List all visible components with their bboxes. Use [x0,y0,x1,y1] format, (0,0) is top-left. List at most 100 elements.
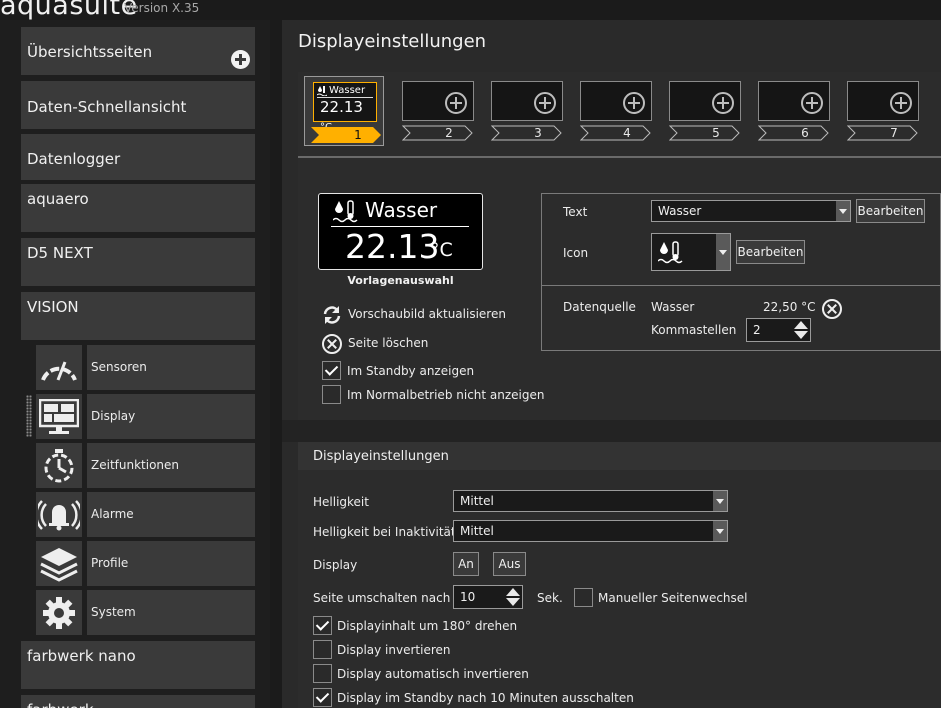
tab-number: 4 [623,126,631,140]
text-label: Text [563,205,588,219]
normal-hide-label: Im Normalbetrieb nicht anzeigen [347,388,545,402]
page-tab-6[interactable]: 6 [758,81,830,145]
display-on-button[interactable]: An [453,552,479,576]
remove-source-icon[interactable] [822,299,842,319]
page-tab-2[interactable]: 2 [402,81,474,145]
standby-show-checkbox[interactable] [322,361,341,380]
icon-dropdown[interactable] [651,233,731,271]
delete-page-label: Seite löschen [348,336,429,350]
brightness-idle-value: Mittel [460,524,494,538]
stepper-down-icon[interactable] [506,598,520,606]
sidebar-sub-label: Profile [87,541,255,586]
manual-switch-label: Manueller Seitenwechsel [598,591,748,605]
layers-icon [36,541,82,586]
invert-checkbox[interactable] [313,640,332,659]
normal-hide-checkbox[interactable] [322,385,341,404]
refresh-preview-label: Vorschaubild aktualisieren [348,307,506,321]
water-temperature-icon [333,200,358,223]
close-circle-icon [322,334,342,354]
template-select-label[interactable]: Vorlagenauswahl [318,274,483,287]
sidebar-item-farbwerk-nano[interactable]: farbwerk nano [21,641,255,689]
brightness-dropdown[interactable]: Mittel [453,490,728,512]
sidebar-sub-display[interactable]: Display [36,394,255,439]
manual-switch-checkbox[interactable] [574,588,593,607]
source-value: 22,50 °C [763,300,816,314]
page-thumbnail-empty [491,81,563,121]
sidebar-item-label: aquaero [27,190,89,208]
add-page-icon[interactable] [623,92,645,114]
stepper-down-icon[interactable] [794,331,808,339]
sidebar-item-label: farbwerk [27,701,94,708]
page-switch-label: Seite umschalten nach [313,591,451,605]
page-switch-stepper[interactable]: 10 [453,585,523,609]
page-thumbnail-empty [847,81,919,121]
source-name: Wasser [651,300,695,314]
preview-unit: °C [430,239,453,261]
app-version: Version X.35 [124,1,200,15]
sidebar-sub-system[interactable]: System [36,590,255,635]
tab-number: 5 [712,126,720,140]
sidebar-item-farbwerk[interactable]: farbwerk [21,695,255,708]
page-tabs: Wasser 22.13 °C 1 2 3 4 5 [298,72,941,156]
text-dropdown[interactable]: Wasser [651,200,851,222]
page-thumbnail-empty [758,81,830,121]
brightness-idle-dropdown[interactable]: Mittel [453,520,728,542]
auto-invert-label: Display automatisch invertieren [337,667,529,681]
page-tab-3[interactable]: 3 [491,81,563,145]
sidebar-sub-timers[interactable]: Zeitfunktionen [36,443,255,488]
add-page-icon[interactable] [712,92,734,114]
page-tab-7[interactable]: 7 [847,81,919,145]
sidebar-sub-label: System [87,590,255,635]
rotate-label: Displayinhalt um 180° drehen [337,619,518,633]
tab-number: 2 [445,126,453,140]
source-label: Datenquelle [563,300,636,314]
properties-divider [542,285,941,286]
standby-off-label: Display im Standby nach 10 Minuten aussc… [337,691,634,705]
sidebar-sub-alarms[interactable]: Alarme [36,492,255,537]
sidebar-item-datalogger[interactable]: Datenlogger [21,134,255,180]
auto-invert-checkbox[interactable] [313,664,332,683]
page-thumbnail-empty [669,81,741,121]
edit-text-button[interactable]: Bearbeiten [856,199,925,223]
sidebar-sub-label: Zeitfunktionen [87,443,255,488]
brightness-idle-label: Helligkeit bei Inaktivität [313,525,456,539]
alarm-bell-icon [36,492,82,537]
display-label: Display [313,558,358,572]
decimals-label: Kommastellen [651,323,737,337]
sidebar-item-vision[interactable]: VISION [21,292,255,340]
sidebar-item-d5-next[interactable]: D5 NEXT [21,238,255,286]
page-tab-1[interactable]: Wasser 22.13 °C 1 [304,76,384,146]
chevron-down-icon [836,201,850,221]
tab-number: 6 [801,126,809,140]
rotate-checkbox[interactable] [313,616,332,635]
stepper-up-icon[interactable] [794,321,808,329]
add-page-icon[interactable] [534,92,556,114]
preview-title: Wasser [365,198,438,222]
sidebar-sub-sensors[interactable]: Sensoren [36,345,255,390]
stepper-up-icon[interactable] [506,588,520,596]
add-page-icon[interactable] [801,92,823,114]
edit-icon-button[interactable]: Bearbeiten [736,240,805,264]
display-off-button[interactable]: Aus [493,552,526,576]
sidebar-sub-label: Alarme [87,492,255,537]
display-preview[interactable]: Wasser 22.13 °C [318,193,483,270]
sidebar-item-data-quickview[interactable]: Daten-Schnellansicht [21,81,255,129]
add-icon[interactable] [231,50,250,69]
sidebar-item-aquaero[interactable]: aquaero [21,184,255,232]
gear-icon [36,590,82,635]
page-thumbnail-empty [402,81,474,121]
standby-off-checkbox[interactable] [313,688,332,707]
water-temperature-icon [317,86,327,96]
page-tab-4[interactable]: 4 [580,81,652,145]
page-thumbnail: Wasser 22.13 °C [313,82,377,133]
sidebar-sub-profiles[interactable]: Profile [36,541,255,586]
page-tab-5[interactable]: 5 [669,81,741,145]
sidebar-item-overview-pages[interactable]: Übersichtsseiten [21,27,255,75]
chevron-down-icon [713,491,727,511]
sidebar-item-label: VISION [27,298,79,316]
page-title: Displayeinstellungen [298,31,487,52]
decimals-stepper[interactable]: 2 [746,318,811,342]
add-page-icon[interactable] [890,92,912,114]
selection-indicator [26,395,32,437]
add-page-icon[interactable] [445,92,467,114]
